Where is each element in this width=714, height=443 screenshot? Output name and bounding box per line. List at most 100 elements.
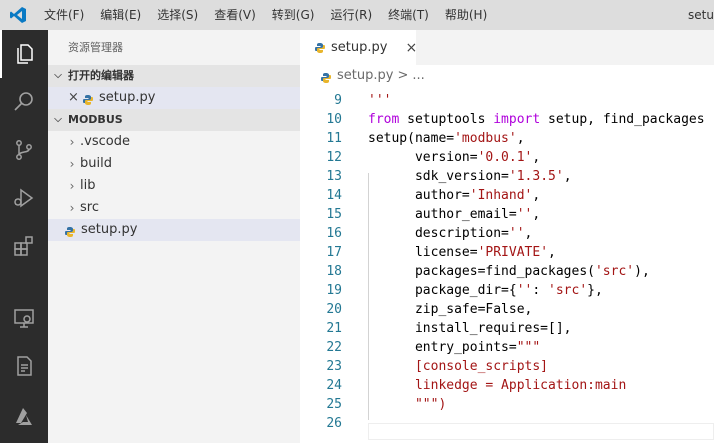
code-text: setup(name='modbus', (368, 131, 525, 146)
python-file-icon (320, 70, 332, 83)
close-icon[interactable]: × (405, 40, 417, 56)
code-line[interactable]: 24 linkedge = Application:main (300, 376, 714, 395)
code-text: install_requires=[], (368, 321, 572, 336)
chevron-right-icon: › (69, 157, 75, 171)
menu-view[interactable]: 查看(V) (206, 0, 264, 30)
code-line[interactable]: 19 package_dir={'': 'src'}, (300, 281, 714, 300)
source-control-icon[interactable] (0, 126, 48, 174)
extensions-icon[interactable] (0, 222, 48, 270)
workspace-header[interactable]: ⌵ MODBUS (48, 109, 300, 131)
code-line[interactable]: 13 sdk_version='1.3.5', (300, 167, 714, 186)
code-text: packages=find_packages('src'), (368, 264, 650, 279)
breadcrumb-file[interactable]: setup.py (337, 65, 393, 87)
explorer-sidebar: 资源管理器 ⌵ 打开的编辑器 × setup.py ⌵ MODBUS › .vs… (48, 30, 300, 443)
python-file-icon (64, 224, 76, 237)
line-number: 23 (326, 359, 342, 374)
line-number: 24 (326, 378, 342, 393)
code-text: author_email='', (368, 207, 541, 222)
window-title: setu (688, 8, 714, 22)
code-line[interactable]: 9 ''' (300, 91, 714, 110)
close-icon[interactable]: × (68, 87, 82, 109)
open-editors-label: 打开的编辑器 (68, 69, 134, 82)
code-line[interactable]: 11 setup(name='modbus', (300, 129, 714, 148)
tree-folder-lib[interactable]: › lib (48, 175, 300, 197)
folder-label: src (80, 200, 99, 215)
code-line[interactable]: 22 entry_points=""" (300, 338, 714, 357)
open-editors-header[interactable]: ⌵ 打开的编辑器 (48, 65, 300, 87)
code-line[interactable]: 15 author_email='', (300, 205, 714, 224)
menu-edit[interactable]: 编辑(E) (92, 0, 149, 30)
code-line[interactable]: 10 from setuptools import setup, find_pac… (300, 110, 714, 129)
tab-bar: setup.py × (300, 30, 714, 65)
explorer-icon[interactable] (0, 30, 48, 78)
code-line[interactable]: 26 (300, 414, 714, 433)
chevron-down-icon: ⌵ (54, 114, 62, 125)
tree-file-setup-py[interactable]: setup.py (48, 219, 300, 241)
line-number: 13 (326, 169, 342, 184)
python-file-icon (82, 92, 94, 105)
activity-bar (0, 30, 48, 443)
line-number: 12 (326, 150, 342, 165)
code-text: zip_safe=False, (368, 302, 533, 317)
code-text: entry_points=""" (368, 340, 541, 355)
line-number: 21 (326, 321, 342, 336)
line-number: 16 (326, 226, 342, 241)
line-number: 18 (326, 264, 342, 279)
tree-folder-vscode[interactable]: › .vscode (48, 131, 300, 153)
menu-go[interactable]: 转到(G) (264, 0, 323, 30)
workspace-label: MODBUS (68, 113, 123, 126)
menu-file[interactable]: 文件(F) (36, 0, 92, 30)
menu-run[interactable]: 运行(R) (322, 0, 380, 30)
code-text: ''' (368, 93, 392, 108)
notebook-icon[interactable] (0, 342, 48, 390)
folder-label: .vscode (80, 134, 130, 149)
code-line[interactable]: 20 zip_safe=False, (300, 300, 714, 319)
line-number: 10 (326, 112, 342, 127)
breadcrumb: setup.py > ... (300, 65, 714, 87)
line-number: 25 (326, 397, 342, 412)
run-debug-icon[interactable] (0, 174, 48, 222)
code-line[interactable]: 18 packages=find_packages('src'), (300, 262, 714, 281)
line-number: 11 (326, 131, 342, 146)
code-line[interactable]: 12 version='0.0.1', (300, 148, 714, 167)
code-editor[interactable]: '''9''' 10 from setuptools import setup, f… (300, 87, 714, 443)
breadcrumb-separator: > (397, 68, 409, 83)
remote-explorer-icon[interactable] (0, 294, 48, 342)
line-number: 15 (326, 207, 342, 222)
code-text: description='', (368, 226, 533, 241)
code-line[interactable]: 17 license='PRIVATE', (300, 243, 714, 262)
python-file-icon (314, 42, 326, 54)
chevron-right-icon: › (69, 179, 75, 193)
chevron-down-icon: ⌵ (54, 70, 62, 81)
menu-help[interactable]: 帮助(H) (437, 0, 495, 30)
menu-terminal[interactable]: 终端(T) (380, 0, 437, 30)
code-text: license='PRIVATE', (368, 245, 556, 260)
open-editor-item[interactable]: × setup.py (48, 87, 300, 109)
code-text: sdk_version='1.3.5', (368, 169, 572, 184)
code-line[interactable]: 23 [console_scripts] (300, 357, 714, 376)
code-line[interactable]: 25 """) (300, 395, 714, 414)
azure-icon[interactable] (0, 393, 48, 441)
tree-folder-build[interactable]: › build (48, 153, 300, 175)
code-text: package_dir={'': 'src'}, (368, 283, 603, 298)
tree-folder-src[interactable]: › src (48, 197, 300, 219)
code-text: [console_scripts] (368, 359, 549, 374)
code-text: author='Inhand', (368, 188, 541, 203)
code-text: from setuptools import setup, find_packa… (368, 112, 705, 127)
code-line[interactable]: 21 install_requires=[], (300, 319, 714, 338)
tab-setup-py[interactable]: setup.py × (300, 30, 417, 65)
breadcrumb-symbol[interactable]: ... (412, 65, 424, 87)
code-text: linkedge = Application:main (368, 378, 627, 393)
code-line[interactable]: 16 description='', (300, 224, 714, 243)
chevron-right-icon: › (69, 201, 75, 215)
file-label: setup.py (81, 222, 138, 237)
sidebar-title: 资源管理器 (68, 41, 123, 54)
search-icon[interactable] (0, 78, 48, 126)
menu-selection[interactable]: 选择(S) (149, 0, 206, 30)
code-line[interactable]: 14 author='Inhand', (300, 186, 714, 205)
line-number: 17 (326, 245, 342, 260)
menu-bar: 文件(F) 编辑(E) 选择(S) 查看(V) 转到(G) 运行(R) 终端(T… (36, 0, 495, 30)
line-number: 26 (326, 416, 342, 431)
tab-label: setup.py (331, 40, 388, 55)
folder-label: lib (80, 178, 96, 193)
